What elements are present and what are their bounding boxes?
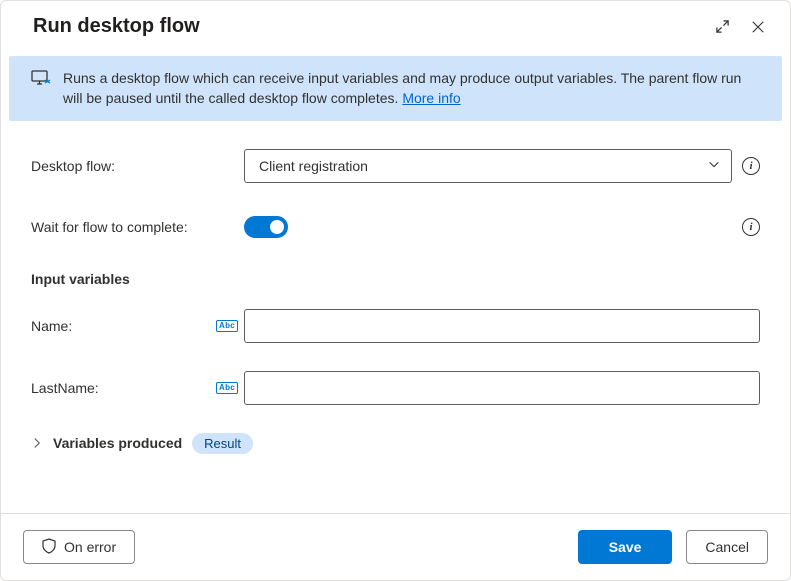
chevron-right-icon[interactable]: [31, 437, 43, 449]
input-label: LastName:: [31, 380, 216, 396]
lastname-input[interactable]: [244, 371, 760, 405]
wait-label: Wait for flow to complete:: [31, 219, 216, 235]
info-banner: Runs a desktop flow which can receive in…: [9, 56, 782, 121]
wait-toggle[interactable]: [244, 216, 288, 238]
dialog-header: Run desktop flow: [1, 1, 790, 48]
result-pill[interactable]: Result: [192, 433, 253, 454]
run-desktop-flow-dialog: Run desktop flow Runs a: [0, 0, 791, 581]
cancel-button[interactable]: Cancel: [686, 530, 768, 564]
dialog-body: Desktop flow: Client registration i Wait…: [1, 121, 790, 513]
more-info-link[interactable]: More info: [402, 90, 460, 106]
header-actions: [714, 19, 766, 35]
input-name-field: Name: Abc: [31, 309, 760, 343]
variables-produced-row: Variables produced Result: [31, 433, 760, 454]
dialog-footer: On error Save Cancel: [1, 513, 790, 580]
banner-text: Runs a desktop flow which can receive in…: [63, 68, 760, 109]
input-variables-header: Input variables: [31, 271, 760, 287]
info-icon[interactable]: i: [742, 218, 760, 236]
input-lastname-field: LastName: Abc: [31, 371, 760, 405]
on-error-button[interactable]: On error: [23, 530, 135, 564]
wait-field: Wait for flow to complete: i: [31, 211, 760, 243]
desktop-flow-icon: [31, 70, 51, 89]
text-type-icon: Abc: [216, 320, 238, 332]
dialog-title: Run desktop flow: [33, 15, 200, 38]
desktop-flow-dropdown[interactable]: Client registration: [244, 149, 732, 183]
shield-icon: [42, 538, 56, 557]
info-icon[interactable]: i: [742, 157, 760, 175]
cancel-label: Cancel: [705, 539, 749, 555]
save-button[interactable]: Save: [578, 530, 673, 564]
dropdown-value: Client registration: [259, 158, 368, 174]
close-icon[interactable]: [750, 19, 766, 35]
desktop-flow-label: Desktop flow:: [31, 158, 216, 174]
expand-icon[interactable]: [714, 19, 730, 35]
on-error-label: On error: [64, 539, 116, 555]
text-type-icon: Abc: [216, 382, 238, 394]
chevron-down-icon: [707, 157, 721, 174]
name-input[interactable]: [244, 309, 760, 343]
variables-produced-label: Variables produced: [53, 435, 182, 451]
desktop-flow-field: Desktop flow: Client registration i: [31, 149, 760, 183]
save-label: Save: [609, 539, 642, 555]
input-label: Name:: [31, 318, 216, 334]
